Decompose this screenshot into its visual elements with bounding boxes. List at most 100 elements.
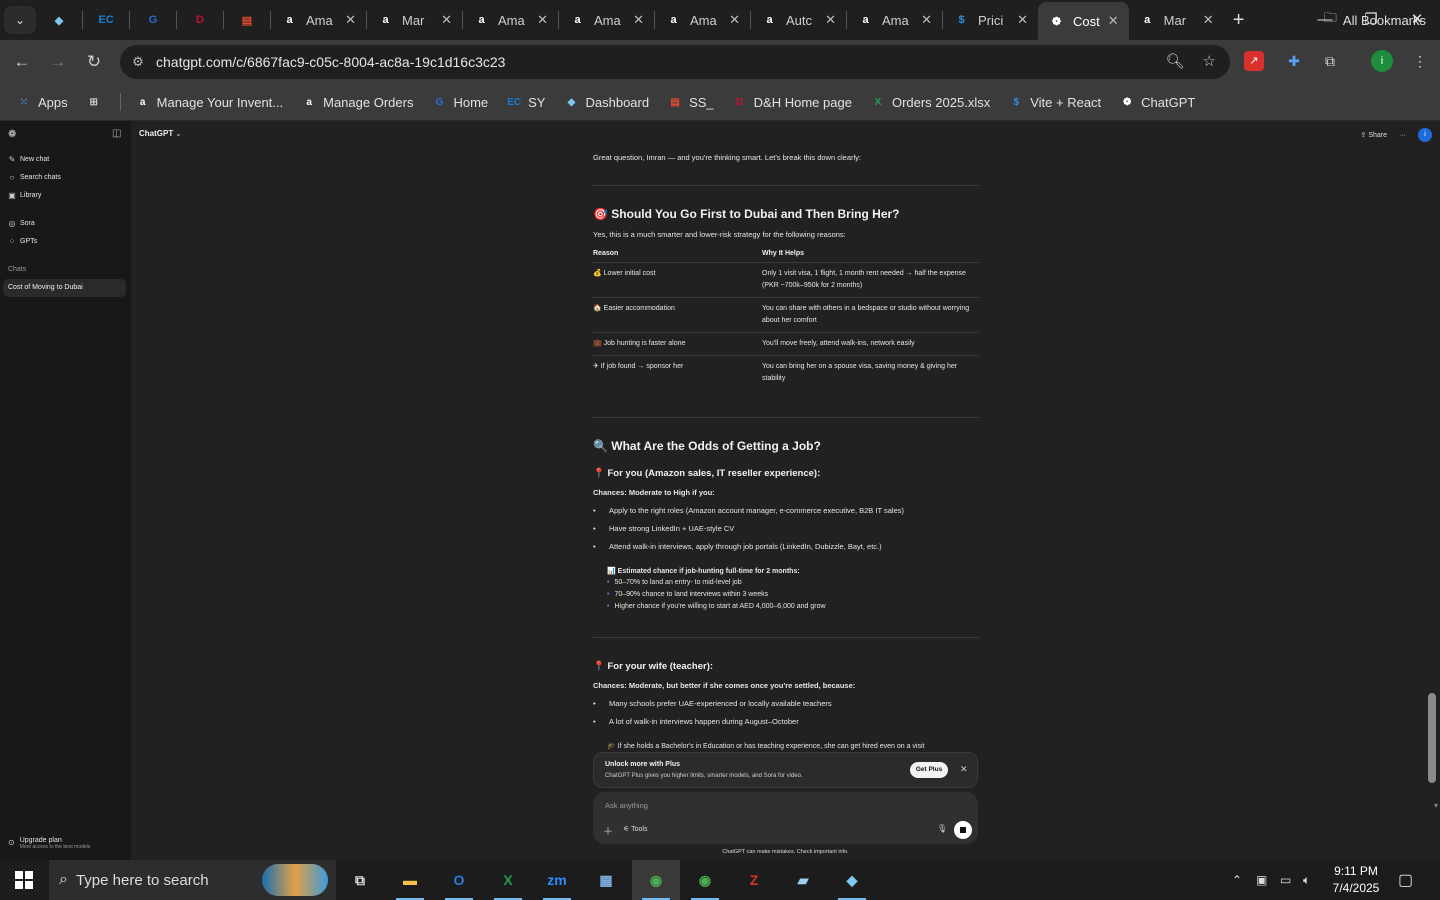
browser-tab[interactable]: a Mar ✕ bbox=[367, 4, 462, 36]
start-button[interactable] bbox=[0, 860, 48, 900]
close-tab-icon[interactable]: ✕ bbox=[345, 12, 356, 28]
scrollbar-thumb[interactable] bbox=[1428, 693, 1436, 783]
site-info-icon[interactable]: ⚙ bbox=[120, 54, 156, 70]
browser-tab[interactable]: G bbox=[130, 4, 176, 36]
tools-button[interactable]: ⚟ Tools bbox=[623, 825, 647, 833]
sidebar-item-library[interactable]: ▣ Library bbox=[8, 191, 41, 200]
tab-groups-button[interactable]: ⊞ bbox=[86, 94, 102, 110]
sidebar-toggle-icon[interactable]: ◫ bbox=[112, 128, 121, 139]
close-tab-icon[interactable]: ✕ bbox=[921, 12, 932, 28]
browser-tab[interactable]: $ Prici ✕ bbox=[943, 4, 1038, 36]
browser-toolbar: ← → ↻ ⚙ chatgpt.com/c/6867fac9-c05c-8004… bbox=[0, 40, 1440, 84]
sidebar-chat-active[interactable]: Cost of Moving to Dubai bbox=[3, 279, 126, 297]
defender-icon[interactable]: ▣ bbox=[1256, 860, 1267, 900]
bookmark-item[interactable]: ◆ Dashboard bbox=[563, 94, 649, 110]
sidebar-item-sora[interactable]: ◎ Sora bbox=[8, 219, 35, 228]
browser-tab[interactable]: a Ama ✕ bbox=[559, 4, 654, 36]
bookmark-star-icon[interactable]: ☆ bbox=[1203, 52, 1216, 70]
filezilla-icon[interactable]: Z bbox=[730, 860, 778, 900]
bookmark-item[interactable]: G Home bbox=[431, 94, 489, 110]
notification-icon[interactable]: ▢ bbox=[1398, 870, 1413, 890]
close-tab-icon[interactable]: ✕ bbox=[633, 12, 644, 28]
excel-icon[interactable]: X bbox=[484, 860, 532, 900]
section-heading: 🎯 Should You Go First to Dubai and Then … bbox=[593, 207, 900, 221]
model-selector[interactable]: ChatGPT ⌄ bbox=[139, 129, 181, 138]
bookmark-label: Vite + React bbox=[1030, 94, 1102, 110]
extension-acrobat-icon[interactable]: ↗ bbox=[1244, 51, 1264, 71]
zoom-icon[interactable]: zm bbox=[533, 860, 581, 900]
forward-icon[interactable]: → bbox=[40, 52, 76, 72]
bookmark-item[interactable]: EC SY bbox=[506, 94, 545, 110]
dollar-icon: $ bbox=[958, 14, 965, 26]
more-options-icon[interactable]: ··· bbox=[1399, 132, 1406, 139]
browser-tab[interactable]: a Ama ✕ bbox=[655, 4, 750, 36]
browser-tab[interactable]: a Ama ✕ bbox=[847, 4, 942, 36]
close-tab-icon[interactable]: ✕ bbox=[825, 12, 836, 28]
microphone-icon[interactable]: 🎙︎ bbox=[937, 824, 947, 833]
tab-active[interactable]: ❁ Cost ✕ bbox=[1038, 2, 1129, 40]
browser-tab[interactable]: a Mar ✕ bbox=[1129, 4, 1224, 36]
browser-tab[interactable]: a Autc ✕ bbox=[751, 4, 846, 36]
browser-tab[interactable]: EC bbox=[83, 4, 129, 36]
browser-tab[interactable]: D bbox=[177, 4, 223, 36]
close-tab-icon[interactable]: ✕ bbox=[1203, 12, 1214, 28]
bookmark-item[interactable]: a Manage Your Invent... bbox=[135, 94, 283, 110]
network-icon[interactable]: ▭ bbox=[1280, 860, 1291, 900]
bookmark-item[interactable]: D D&H Home page bbox=[732, 94, 852, 110]
openai-logo-icon[interactable]: ❁ bbox=[8, 129, 16, 140]
taskbar-clock[interactable]: 9:11 PM 7/4/2025 bbox=[1330, 863, 1382, 897]
close-icon[interactable]: ✕ bbox=[960, 764, 968, 775]
tab-search-button[interactable]: ⌄ bbox=[4, 6, 36, 34]
extensions-icon[interactable]: ⧉ bbox=[1317, 48, 1343, 74]
chrome-profile-icon[interactable]: ◉ bbox=[681, 860, 729, 900]
divider bbox=[593, 417, 979, 418]
taskbar-search[interactable]: ⌕ Type here to search bbox=[49, 860, 336, 900]
back-icon[interactable]: ← bbox=[4, 52, 40, 72]
extension-puzzle-blue-icon[interactable]: ✚ bbox=[1281, 48, 1307, 74]
search-icon: ○ bbox=[9, 173, 15, 182]
chrome-icon[interactable]: ◉ bbox=[632, 860, 680, 900]
get-plus-button[interactable]: Get Plus bbox=[910, 762, 948, 778]
all-bookmarks-button[interactable]: 🗀 All Bookmarks bbox=[1324, 9, 1426, 31]
upgrade-plan-button[interactable]: ⊙ Upgrade plan More access to the best m… bbox=[8, 837, 90, 850]
volume-icon[interactable]: 🔈︎ bbox=[1303, 860, 1310, 900]
close-tab-icon[interactable]: ✕ bbox=[1108, 13, 1119, 29]
bookmark-item[interactable]: $ Vite + React bbox=[1008, 94, 1101, 110]
browser-tab[interactable]: a Ama ✕ bbox=[463, 4, 558, 36]
close-tab-icon[interactable]: ✕ bbox=[441, 12, 452, 28]
notepad-icon[interactable]: ▰ bbox=[779, 860, 827, 900]
sidebar-item-new-chat[interactable]: ✎ New chat bbox=[8, 155, 50, 164]
calculator-icon[interactable]: ▦ bbox=[582, 860, 630, 900]
file-explorer-icon[interactable]: ▬ bbox=[386, 860, 434, 900]
stop-button[interactable] bbox=[954, 821, 972, 839]
close-tab-icon[interactable]: ✕ bbox=[729, 12, 740, 28]
close-tab-icon[interactable]: ✕ bbox=[537, 12, 548, 28]
share-button[interactable]: ⇪ Share bbox=[1360, 131, 1387, 139]
menu-kebab-icon[interactable]: ⋮ bbox=[1407, 48, 1433, 74]
address-bar[interactable]: ⚙ chatgpt.com/c/6867fac9-c05c-8004-ac8a-… bbox=[120, 45, 1230, 79]
bookmark-item[interactable]: ▤ SS_ bbox=[667, 94, 713, 110]
browser-tab[interactable]: a Ama ✕ bbox=[271, 4, 366, 36]
prompt-input[interactable] bbox=[603, 800, 903, 811]
task-view-icon[interactable]: ⧉ bbox=[336, 860, 384, 900]
bookmark-item[interactable]: ⁙ Apps bbox=[16, 94, 68, 110]
reload-icon[interactable]: ↻ bbox=[76, 52, 112, 72]
scroll-down-icon[interactable]: ▾ bbox=[1434, 801, 1438, 810]
new-tab-icon[interactable]: + bbox=[1224, 9, 1254, 32]
attach-plus-icon[interactable]: ＋ bbox=[603, 823, 613, 838]
zoom-icon[interactable]: 🔍︎ bbox=[1166, 52, 1185, 70]
close-tab-icon[interactable]: ✕ bbox=[1017, 12, 1028, 28]
browser-tab[interactable]: ▤ bbox=[224, 4, 270, 36]
outlook-icon[interactable]: O bbox=[435, 860, 483, 900]
bookmark-item[interactable]: ❁ ChatGPT bbox=[1119, 94, 1195, 110]
browser-tab[interactable]: ◆ bbox=[36, 4, 82, 36]
bookmark-item[interactable]: X Orders 2025.xlsx bbox=[870, 94, 991, 110]
url-text[interactable]: chatgpt.com/c/6867fac9-c05c-8004-ac8a-19… bbox=[156, 54, 505, 70]
bookmark-item[interactable]: a Manage Orders bbox=[301, 94, 413, 110]
sidebar-item-gpts[interactable]: ⁘ GPTs bbox=[8, 237, 37, 246]
profile-avatar[interactable]: i bbox=[1371, 50, 1393, 72]
sidebar-item-search-chats[interactable]: ○ Search chats bbox=[8, 173, 61, 182]
avatar[interactable]: i bbox=[1418, 128, 1432, 142]
tray-chevron-icon[interactable]: ⌃ bbox=[1232, 860, 1242, 900]
diamond-app-icon[interactable]: ◆ bbox=[828, 860, 876, 900]
